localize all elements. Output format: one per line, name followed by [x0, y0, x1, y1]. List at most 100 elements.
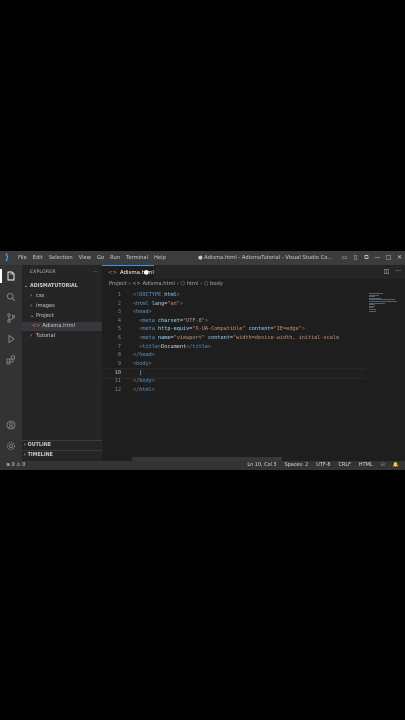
menu-help[interactable]: Help [154, 255, 166, 261]
minimap-line [369, 310, 376, 312]
code-line[interactable]: 12 </html> [102, 386, 365, 395]
code-line[interactable]: 3 <head> [102, 308, 365, 317]
editor-actions: ◫ ··· [384, 265, 401, 279]
code-line[interactable]: 5 <meta http-equiv="X-UA-Compatible" con… [102, 325, 365, 334]
code-text: <meta http-equiv="X-UA-Compatible" conte… [139, 326, 305, 333]
breadcrumb[interactable]: Project › <> Adisma.html › ⬡ html › ⬡ bo… [102, 279, 405, 289]
code-editor[interactable]: 1 <!DOCTYPE html> 2 <html lang="en"> 3 <head>… [102, 289, 405, 461]
minimize-icon[interactable]: — [372, 251, 383, 265]
tree-item-label: Tutorial [36, 333, 56, 339]
line-number: 8 [117, 352, 121, 359]
code-line[interactable]: 2 <html lang="en"> [102, 300, 365, 309]
account-icon[interactable] [4, 418, 18, 432]
timeline-section[interactable]: › TIMELINE [22, 450, 102, 461]
tab-adisma-html[interactable]: <> Adisma.html ● [102, 265, 154, 279]
code-line[interactable]: 11 </body> [102, 377, 365, 386]
editor-tabs: <> Adisma.html ● ◫ ··· [102, 265, 405, 279]
line-number: 6 [117, 335, 121, 341]
toggle-sidebar-icon[interactable]: ▯ [350, 251, 361, 265]
menu-file[interactable]: File [18, 255, 27, 261]
search-icon[interactable] [4, 290, 18, 304]
html-file-icon: <> [108, 270, 118, 276]
status-right: Ln 10, Col 3 Spaces: 2 UTF-8 CRLF HTML ⚇… [247, 461, 399, 470]
more-actions-icon[interactable]: ··· [93, 270, 98, 275]
line-number: 3 [117, 309, 121, 316]
vscode-logo-icon: ⟩ [4, 253, 10, 263]
code-text: <head> [133, 309, 152, 316]
extensions-icon[interactable] [4, 353, 18, 367]
tree-item-css[interactable]: › css [22, 292, 102, 301]
unsaved-dot-icon[interactable]: ● [144, 266, 149, 280]
close-icon[interactable]: ✕ [394, 251, 405, 265]
explorer-header: EXPLORER ··· [30, 270, 98, 275]
outline-label: OUTLINE [27, 443, 52, 448]
tree-item-project[interactable]: ⌄ Project [22, 312, 102, 321]
toggle-panel-icon[interactable]: ▭ [339, 251, 350, 265]
menu-go[interactable]: Go [97, 255, 104, 261]
tree-item-tutorial[interactable]: › Tutorial [22, 332, 102, 341]
code-line[interactable]: 8 </head> [102, 351, 365, 360]
code-text: </head> [133, 352, 155, 359]
code-text: | [139, 370, 143, 377]
menu-selection[interactable]: Selection [49, 255, 73, 261]
code-line[interactable]: 4 <meta charset="UTF-8"> [102, 317, 365, 326]
code-text: </body> [133, 378, 155, 384]
code-text: <meta charset="UTF-8"> [139, 317, 208, 324]
line-number: 11 [114, 378, 121, 384]
status-bar: ⊗ 0 ⚠ 0 Ln 10, Col 3 Spaces: 2 UTF-8 CRL… [0, 461, 405, 470]
window-controls: ▭ ▯ ⧉ — □ ✕ [339, 251, 405, 265]
code-text: <!DOCTYPE html> [133, 292, 180, 298]
status-problems[interactable]: ⊗ 0 ⚠ 0 [6, 461, 25, 470]
menu-bar: File Edit Selection View Go Run Terminal… [18, 255, 166, 261]
line-number: 1 [117, 292, 121, 298]
tree-item-images[interactable]: › images [22, 302, 102, 311]
maximize-icon[interactable]: □ [383, 251, 394, 265]
line-number: 4 [117, 317, 121, 324]
code-text: </html> [133, 386, 155, 393]
tree-item-label: Project [36, 313, 54, 319]
line-ending[interactable]: CRLF [339, 461, 351, 470]
workspace-root[interactable]: ⌄ ADISMATUTORIAL [22, 282, 102, 291]
layout-icon[interactable]: ⧉ [361, 251, 372, 265]
explorer-sidebar: EXPLORER ··· ⌄ ADISMATUTORIAL › css › image… [22, 265, 102, 461]
run-debug-icon[interactable] [4, 332, 18, 346]
menu-view[interactable]: View [79, 255, 91, 261]
tree-item-label: css [36, 293, 45, 299]
encoding[interactable]: UTF-8 [316, 461, 330, 470]
more-actions-icon[interactable]: ··· [395, 265, 401, 279]
explorer-title: EXPLORER [30, 270, 56, 275]
timeline-label: TIMELINE [27, 453, 53, 458]
notifications-bell-icon[interactable]: 🔔 [393, 461, 399, 470]
code-text: <html lang="en"> [133, 300, 183, 307]
line-number: 7 [117, 343, 121, 350]
code-line[interactable]: 9 <body> [102, 360, 365, 369]
source-control-icon[interactable] [4, 311, 18, 325]
split-editor-icon[interactable]: ◫ [384, 265, 390, 279]
explorer-icon[interactable] [4, 269, 18, 283]
activity-bar [0, 265, 22, 461]
tree-item-label: images [36, 303, 55, 309]
code-line[interactable]: 1 <!DOCTYPE html> [102, 291, 365, 300]
code-text: <body> [133, 360, 152, 367]
menu-edit[interactable]: Edit [33, 255, 43, 261]
language-mode[interactable]: HTML [359, 461, 373, 470]
feedback-icon[interactable]: ⚇ [381, 461, 385, 470]
vscode-window: ⟩ File Edit Selection View Go Run Termin… [0, 251, 405, 470]
line-number: 9 [117, 360, 121, 367]
menu-run[interactable]: Run [110, 255, 120, 261]
line-number: 2 [117, 300, 121, 307]
workspace-root-label: ADISMATUTORIAL [30, 284, 78, 289]
code-line[interactable]: 6 <meta name="viewport" content="width=d… [102, 334, 365, 343]
minimap[interactable] [369, 289, 397, 461]
problems-counter[interactable]: ⊗ 0 ⚠ 0 [6, 461, 25, 470]
line-number: 5 [117, 326, 121, 333]
active-indicator [0, 269, 2, 283]
menu-terminal[interactable]: Terminal [126, 255, 148, 261]
tree-item-adisma-html[interactable]: <> Adisma.html [22, 322, 102, 331]
title-bar: ⟩ File Edit Selection View Go Run Termin… [0, 251, 405, 265]
cursor-position[interactable]: Ln 10, Col 3 [247, 461, 276, 470]
window-title: ● Adisma.html - AdismaTutorial - Visual … [198, 255, 333, 261]
settings-gear-icon[interactable] [4, 439, 18, 453]
indentation[interactable]: Spaces: 2 [285, 461, 309, 470]
code-line[interactable]: 7 <title>Document</title> [102, 343, 365, 352]
